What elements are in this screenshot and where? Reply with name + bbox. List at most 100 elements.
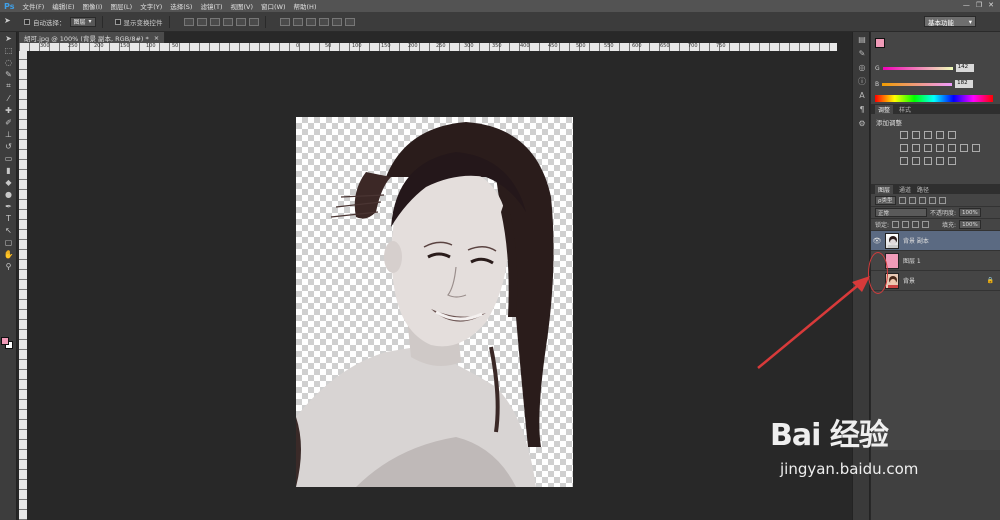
align-bottom-icon[interactable]: [209, 17, 220, 26]
auto-select-dropdown[interactable]: 图层 ▾: [69, 16, 96, 27]
eyedropper-tool-icon[interactable]: ⁄: [0, 92, 17, 104]
distribute-hcenter-icon[interactable]: [331, 17, 342, 26]
document-tab[interactable]: 胡可.jpg @ 100% (背景 副本, RGB/8#) * ×: [19, 32, 166, 43]
distribute-left-icon[interactable]: [318, 17, 329, 26]
blend-mode-dropdown[interactable]: 正常: [875, 208, 927, 217]
marquee-tool-icon[interactable]: ⬚: [0, 44, 17, 56]
paragraph-panel-icon[interactable]: ¶: [853, 102, 871, 116]
history-panel-icon[interactable]: ▤: [853, 32, 871, 46]
align-right-icon[interactable]: [248, 17, 259, 26]
g-value[interactable]: 142: [955, 64, 974, 72]
type-tool-icon[interactable]: T: [0, 212, 17, 224]
document-canvas[interactable]: [296, 117, 573, 487]
align-center-icon[interactable]: [235, 17, 246, 26]
move-tool-preset-icon[interactable]: ➤: [4, 16, 18, 28]
tab-channels[interactable]: 通道: [899, 185, 911, 194]
color-balance-icon[interactable]: [924, 144, 932, 152]
menu-image[interactable]: 图像(I): [82, 1, 102, 11]
restore-button[interactable]: ❐: [976, 1, 982, 9]
menu-view[interactable]: 视图(V): [230, 1, 253, 11]
clone-source-icon[interactable]: ◎: [853, 60, 871, 74]
color-swatch[interactable]: [875, 38, 885, 48]
align-top-icon[interactable]: [183, 17, 194, 26]
show-transform-checkbox[interactable]: [114, 18, 121, 25]
hue-saturation-icon[interactable]: [912, 144, 920, 152]
tool-presets-icon[interactable]: ⚙: [853, 116, 871, 130]
lock-all-icon[interactable]: [922, 221, 930, 228]
gradient-map-icon[interactable]: [948, 131, 956, 139]
threshold-icon[interactable]: [924, 157, 932, 165]
menu-select[interactable]: 选择(S): [170, 1, 192, 11]
fill-value[interactable]: 100%: [959, 220, 981, 229]
blur-tool-icon[interactable]: ◆: [0, 176, 17, 188]
clone-stamp-icon[interactable]: ⊥: [0, 128, 17, 140]
menu-edit[interactable]: 编辑(E): [52, 1, 74, 11]
b-value[interactable]: 182: [955, 80, 974, 88]
brightness-icon[interactable]: [900, 131, 908, 139]
invert-icon[interactable]: [900, 157, 908, 165]
zoom-tool-icon[interactable]: ⚲: [0, 260, 17, 272]
channel-mixer-icon[interactable]: [960, 144, 968, 152]
levels-icon[interactable]: [912, 131, 920, 139]
filter-adjustment-icon[interactable]: [908, 196, 916, 204]
history-brush-icon[interactable]: ↺: [0, 140, 17, 152]
minimize-button[interactable]: —: [963, 1, 970, 9]
filter-type-icon[interactable]: [918, 196, 926, 204]
menu-help[interactable]: 帮助(H): [294, 1, 317, 11]
close-tab-icon[interactable]: ×: [154, 34, 159, 42]
layer-row[interactable]: 👁 背景 副本: [871, 231, 1000, 251]
curves-icon[interactable]: [924, 131, 932, 139]
crop-tool-icon[interactable]: ⌗: [0, 80, 17, 92]
posterize-icon[interactable]: [912, 157, 920, 165]
opacity-value[interactable]: 100%: [959, 208, 981, 217]
distribute-vcenter-icon[interactable]: [292, 17, 303, 26]
eye-icon[interactable]: 👁: [871, 237, 883, 245]
pen-tool-icon[interactable]: ✒: [0, 200, 17, 212]
quick-select-tool-icon[interactable]: ✎: [0, 68, 17, 80]
lock-transparent-icon[interactable]: [892, 221, 900, 228]
photo-filter-icon[interactable]: [948, 144, 956, 152]
healing-brush-icon[interactable]: ✚: [0, 104, 17, 116]
tab-paths[interactable]: 路径: [917, 185, 929, 194]
menu-window[interactable]: 窗口(W): [261, 1, 286, 11]
selective-color-icon[interactable]: [936, 157, 944, 165]
dodge-tool-icon[interactable]: ●: [0, 188, 17, 200]
color-spectrum[interactable]: [875, 95, 993, 102]
info-panel-icon[interactable]: ⓘ: [853, 74, 871, 88]
tab-adjustments[interactable]: 调整: [875, 104, 894, 114]
layer-row[interactable]: 图层 1: [871, 251, 1000, 271]
move-tool-icon[interactable]: ➤: [0, 32, 17, 44]
canvas-area[interactable]: [27, 51, 837, 520]
gradient-fill-icon[interactable]: [948, 157, 956, 165]
layer-row[interactable]: 背景 🔒: [871, 271, 1000, 291]
lasso-tool-icon[interactable]: ◌: [0, 56, 17, 68]
brush-tool-icon[interactable]: ✐: [0, 116, 17, 128]
path-select-icon[interactable]: ↖: [0, 224, 17, 236]
align-middle-icon[interactable]: [196, 17, 207, 26]
close-button[interactable]: ✕: [988, 1, 994, 9]
filter-pixel-icon[interactable]: [898, 196, 906, 204]
distribute-top-icon[interactable]: [279, 17, 290, 26]
exposure-icon[interactable]: [936, 131, 944, 139]
brush-panel-icon[interactable]: ✎: [853, 46, 871, 60]
character-panel-icon[interactable]: A: [853, 88, 871, 102]
lock-pixels-icon[interactable]: [902, 221, 910, 228]
hand-tool-icon[interactable]: ✋: [0, 248, 17, 260]
shape-tool-icon[interactable]: ▢: [0, 236, 17, 248]
auto-select-checkbox[interactable]: [24, 18, 30, 25]
layer-filter-dropdown[interactable]: ρ类型: [875, 195, 896, 205]
foreground-color-swatch[interactable]: [1, 337, 9, 345]
tab-layers[interactable]: 图层: [875, 184, 894, 194]
vibrance-icon[interactable]: [900, 144, 908, 152]
menu-filter[interactable]: 滤镜(T): [200, 1, 222, 11]
menu-layer[interactable]: 图层(L): [110, 1, 132, 11]
gradient-tool-icon[interactable]: ▮: [0, 164, 17, 176]
tab-styles[interactable]: 样式: [899, 105, 911, 114]
menu-file[interactable]: 文件(F): [22, 1, 44, 11]
filter-shape-icon[interactable]: [928, 196, 936, 204]
black-white-icon[interactable]: [936, 144, 944, 152]
b-slider[interactable]: [882, 82, 953, 86]
distribute-right-icon[interactable]: [344, 17, 355, 26]
lock-position-icon[interactable]: [912, 221, 920, 228]
align-left-icon[interactable]: [222, 17, 233, 26]
